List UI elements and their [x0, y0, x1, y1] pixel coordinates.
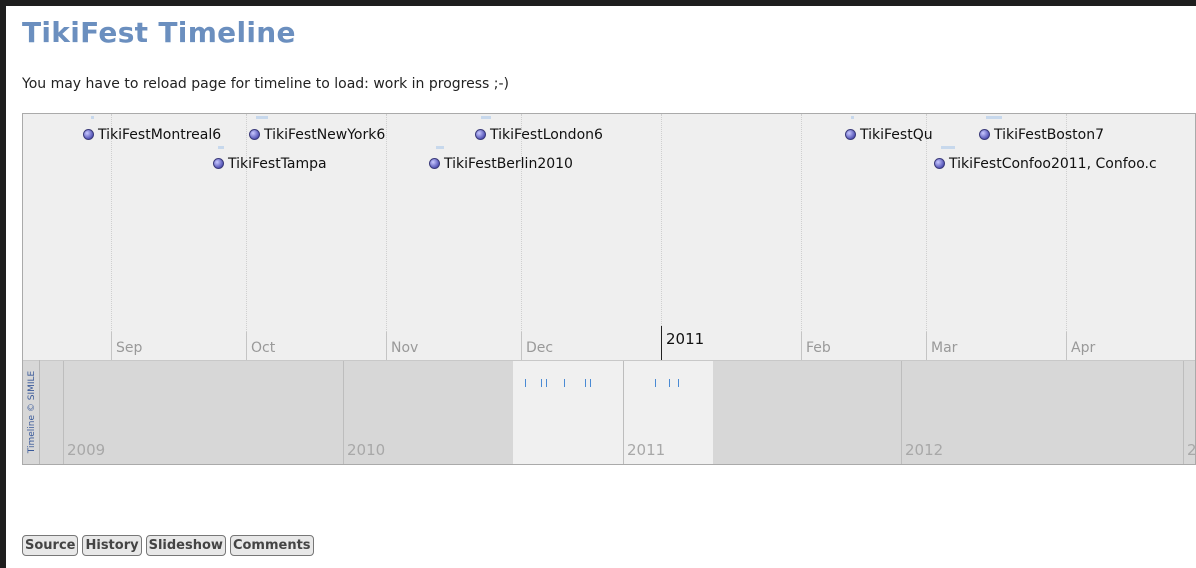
guide-line: [801, 114, 802, 360]
comments-button[interactable]: Comments: [229, 535, 314, 556]
event-tape: [941, 146, 955, 149]
overview-year-tick: [1183, 361, 1184, 464]
month-tick: [926, 332, 927, 360]
credit-divider: [39, 360, 40, 464]
overview-year-2011: 2011: [627, 441, 666, 459]
overview-event-tick: [678, 379, 679, 387]
event-tikifest-boston7[interactable]: TikiFestBoston7: [979, 127, 1104, 143]
guide-line: [386, 114, 387, 360]
month-tick: [386, 332, 387, 360]
event-tikifest-tampa[interactable]: TikiFestTampa: [213, 156, 327, 172]
event-dot-icon: [845, 129, 856, 140]
event-dot-icon: [249, 129, 260, 140]
month-tick: [1066, 332, 1067, 360]
month-tick: [111, 332, 112, 360]
event-tape: [218, 146, 224, 149]
reload-note: You may have to reload page for timeline…: [22, 76, 509, 92]
event-dot-icon: [475, 129, 486, 140]
guide-line: [1066, 114, 1067, 360]
overview-year-2012: 2012: [905, 441, 944, 459]
guide-line: [521, 114, 522, 360]
month-label-dec: Dec: [526, 340, 554, 356]
event-tikifest-qu[interactable]: TikiFestQu: [845, 127, 933, 143]
overview-year-tick: [901, 361, 902, 464]
event-dot-icon: [979, 129, 990, 140]
month-label-mar: Mar: [931, 340, 958, 356]
event-dot-icon: [83, 129, 94, 140]
overview-event-tick: [585, 379, 586, 387]
overview-event-tick: [525, 379, 526, 387]
month-label-nov: Nov: [391, 340, 419, 356]
event-tikifest-confoo2011[interactable]: TikiFestConfoo2011, Confoo.c: [934, 156, 1157, 172]
page-actions: Source History Slideshow Comments: [22, 535, 314, 556]
history-button[interactable]: History: [82, 535, 142, 556]
event-tape: [436, 146, 444, 149]
event-tikifest-newyork6[interactable]: TikiFestNewYork6: [249, 127, 385, 143]
event-tikifest-berlin2010[interactable]: TikiFestBerlin2010: [429, 156, 573, 172]
timeline-detail-band[interactable]: TikiFestMontreal6 TikiFestNewYork6 TikiF…: [23, 114, 1195, 360]
overview-event-tick: [541, 379, 542, 387]
page: TikiFest Timeline You may have to reload…: [6, 6, 1196, 568]
month-tick: [246, 332, 247, 360]
simile-credit[interactable]: Timeline © SIMILE: [25, 362, 39, 462]
overview-event-tick: [564, 379, 565, 387]
event-tape: [481, 116, 491, 119]
guide-line: [661, 114, 662, 360]
event-dot-icon: [213, 158, 224, 169]
page-title: TikiFest Timeline: [22, 16, 296, 49]
event-tikifest-london6[interactable]: TikiFestLondon6: [475, 127, 603, 143]
guide-line: [246, 114, 247, 360]
source-button[interactable]: Source: [22, 535, 79, 556]
event-tikifest-montreal6[interactable]: TikiFestMontreal6: [83, 127, 221, 143]
month-tick: [801, 332, 802, 360]
month-tick: [521, 332, 522, 360]
overview-year-2010: 2010: [347, 441, 386, 459]
overview-year-tick: [63, 361, 64, 464]
slideshow-button[interactable]: Slideshow: [145, 535, 226, 556]
month-label-sep: Sep: [116, 340, 143, 356]
guide-line: [926, 114, 927, 360]
year-tick: [661, 326, 662, 360]
overview-year-2009: 2009: [67, 441, 106, 459]
year-label-2011: 2011: [666, 330, 705, 348]
event-tape: [986, 116, 1002, 119]
event-tape: [91, 116, 94, 119]
timeline[interactable]: TikiFestMontreal6 TikiFestNewYork6 TikiF…: [22, 113, 1196, 465]
guide-line: [111, 114, 112, 360]
overview-year-tick: [623, 361, 624, 464]
overview-event-tick: [669, 379, 670, 387]
overview-visible-range[interactable]: [513, 361, 713, 464]
event-dot-icon: [429, 158, 440, 169]
event-tape: [851, 116, 854, 119]
overview-event-tick: [655, 379, 656, 387]
overview-event-tick: [546, 379, 547, 387]
event-dot-icon: [934, 158, 945, 169]
event-tape: [256, 116, 268, 119]
overview-year-tick: [343, 361, 344, 464]
overview-year-next: 2: [1187, 441, 1195, 459]
month-label-feb: Feb: [806, 340, 831, 356]
timeline-overview-band[interactable]: 2009 2010 2011 2012 2: [23, 360, 1195, 464]
month-label-oct: Oct: [251, 340, 276, 356]
month-label-apr: Apr: [1071, 340, 1096, 356]
overview-event-tick: [590, 379, 591, 387]
